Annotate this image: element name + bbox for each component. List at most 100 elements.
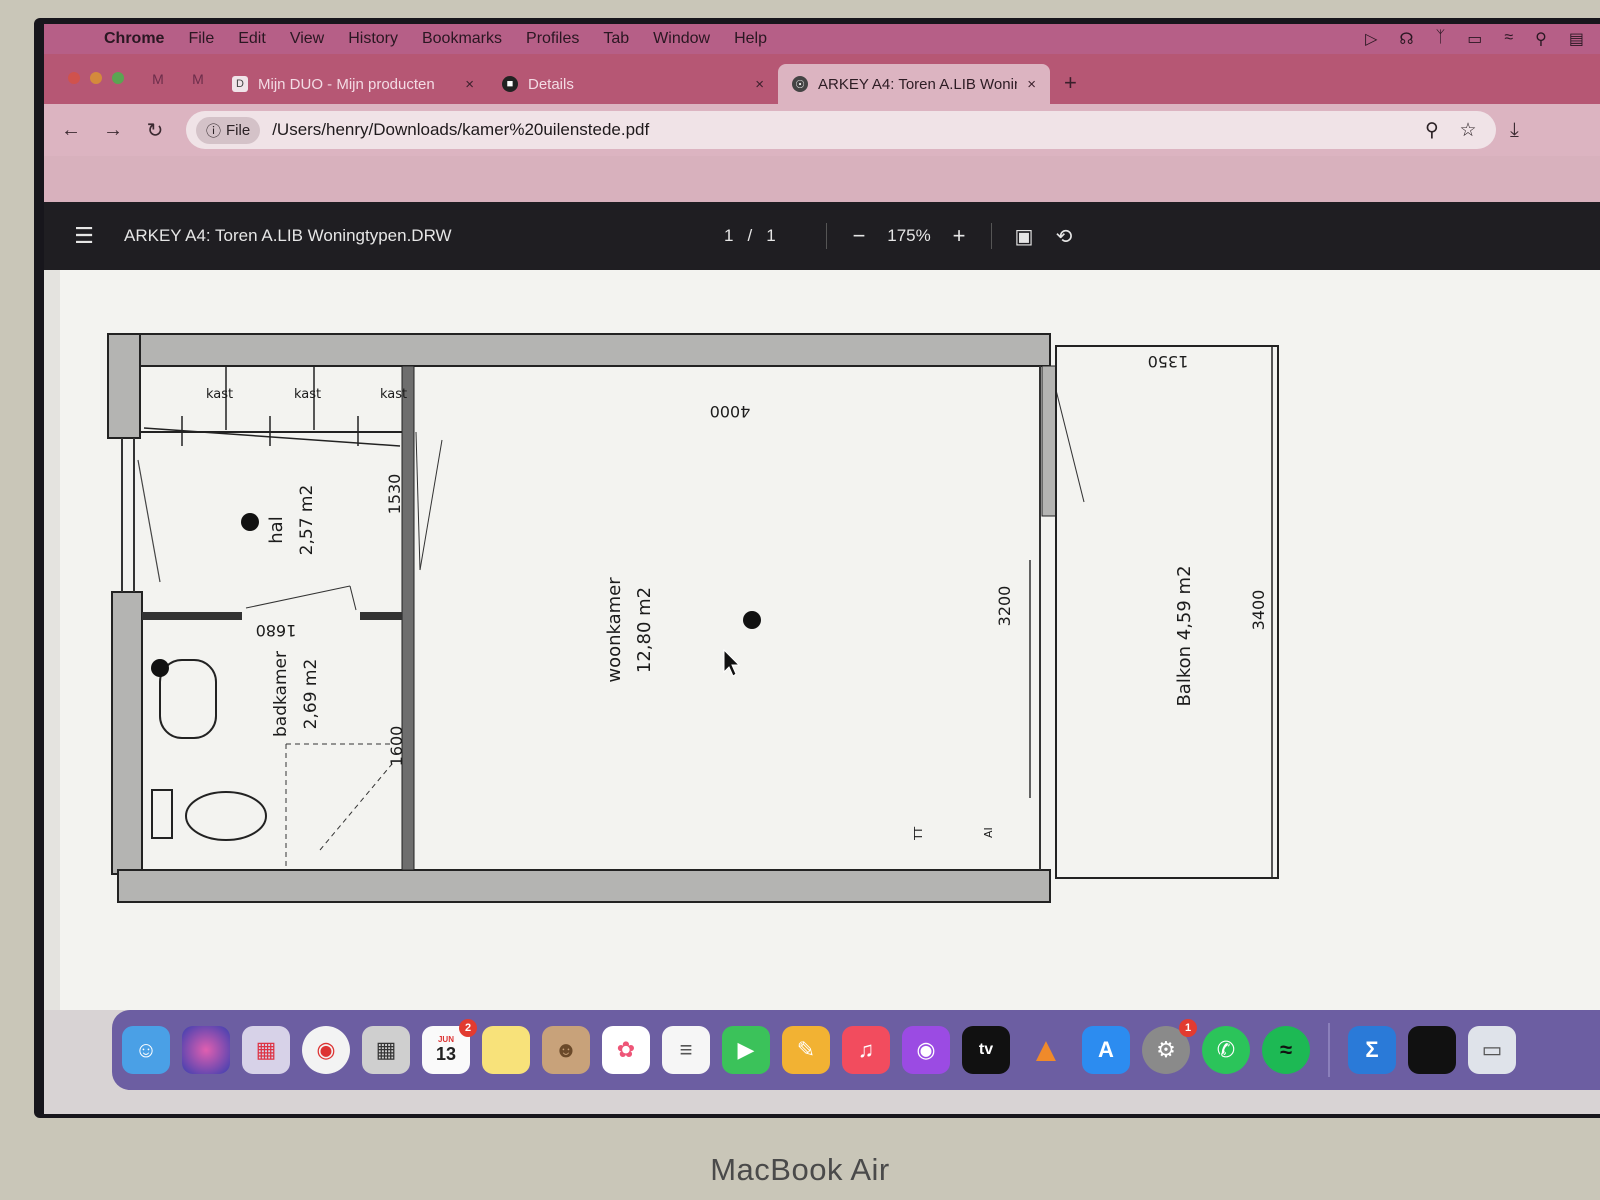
hal-label: hal: [266, 516, 287, 543]
dock-siri-icon[interactable]: [182, 1026, 230, 1074]
dock-apple-tv-icon[interactable]: tv: [962, 1026, 1010, 1074]
bookmark-star-icon[interactable]: ☆: [1450, 119, 1486, 142]
menu-app-name[interactable]: Chrome: [92, 30, 176, 48]
left-wall-lower: [111, 591, 143, 875]
menu-profiles[interactable]: Profiles: [514, 30, 591, 48]
bottom-wall: [117, 869, 1051, 903]
pinned-tab-gmail-icon[interactable]: M: [138, 64, 178, 94]
tab-strip: M M D Mijn DUO - Mijn producten × ■ Deta…: [44, 54, 1600, 104]
dock-calendar-icon[interactable]: JUN 13 2: [422, 1019, 477, 1074]
settings-badge: 1: [1179, 1019, 1197, 1037]
pdf-canvas[interactable]: kast kast kast hal 2,57 m2 1530 1680 bad…: [44, 270, 1600, 1010]
dim-1680: 1680: [256, 621, 297, 640]
menu-bookmarks[interactable]: Bookmarks: [410, 30, 514, 48]
top-wall: [107, 333, 1051, 367]
close-window-button[interactable]: [68, 72, 80, 84]
menu-file[interactable]: File: [176, 30, 226, 48]
address-bar[interactable]: ⓘ File /Users/henry/Downloads/kamer%20ui…: [186, 111, 1496, 149]
bluetooth-icon[interactable]: ᛉ: [1436, 29, 1446, 49]
dock-pages-icon[interactable]: ✎: [782, 1026, 830, 1074]
menu-tab[interactable]: Tab: [591, 30, 641, 48]
current-page-input[interactable]: 1: [724, 226, 733, 246]
menu-bar: Chrome File Edit View History Bookmarks …: [44, 24, 1600, 54]
browser-toolbar: ← → ↻ ⓘ File /Users/henry/Downloads/kame…: [44, 104, 1600, 156]
tab-details[interactable]: ■ Details ×: [488, 64, 778, 104]
dock-app-store-icon[interactable]: A: [1082, 1026, 1130, 1074]
dock-podcasts-icon[interactable]: ◉: [902, 1026, 950, 1074]
dock-photos-icon[interactable]: ✿: [602, 1026, 650, 1074]
dim-1600: 1600: [387, 726, 406, 767]
balkon-label: Balkon 4,59 m2: [1174, 565, 1195, 706]
download-icon[interactable]: ⤓: [1510, 119, 1519, 142]
fit-page-icon[interactable]: ▣: [1004, 224, 1044, 249]
close-tab-icon[interactable]: ×: [755, 76, 764, 93]
pinned-tab-gmail-icon-2[interactable]: M: [178, 64, 218, 94]
zoom-out-button[interactable]: −: [839, 223, 879, 249]
light-fixture-icon: [743, 611, 761, 629]
hamburger-menu-icon[interactable]: ☰: [44, 223, 124, 249]
reload-icon[interactable]: ↻: [134, 118, 176, 143]
menu-window[interactable]: Window: [641, 30, 722, 48]
zoom-window-button[interactable]: [112, 72, 124, 84]
left-wall-upper: [107, 333, 141, 439]
zoom-in-button[interactable]: +: [939, 223, 979, 249]
info-icon: ⓘ: [206, 122, 222, 140]
battery-icon[interactable]: ▭: [1467, 29, 1482, 49]
dock-chrome-icon[interactable]: ◉: [302, 1026, 350, 1074]
duo-favicon-icon: D: [232, 76, 248, 92]
menu-edit[interactable]: Edit: [226, 30, 278, 48]
dock-reminders-icon[interactable]: ≡: [662, 1026, 710, 1074]
menu-history[interactable]: History: [336, 30, 410, 48]
light-fixture-icon: [241, 513, 259, 531]
outlet-tt-label: TT: [912, 826, 925, 841]
woonkamer-area: 12,80 m2: [634, 587, 655, 673]
dock-music-icon[interactable]: ♫: [842, 1026, 890, 1074]
badkamer-label: badkamer: [271, 651, 291, 737]
dock-system-settings-icon[interactable]: ⚙ 1: [1142, 1019, 1197, 1074]
url-text[interactable]: /Users/henry/Downloads/kamer%20uilensted…: [272, 120, 1414, 140]
headphones-icon[interactable]: ☊: [1399, 29, 1413, 49]
dock-notes-icon[interactable]: [482, 1026, 530, 1074]
dock-facetime-icon[interactable]: ▶: [722, 1026, 770, 1074]
dock-calculator-icon[interactable]: ▦: [362, 1026, 410, 1074]
zoom-level[interactable]: 175%: [879, 226, 939, 246]
play-icon[interactable]: ▷: [1365, 29, 1377, 49]
dock-terminal-icon[interactable]: [1408, 1026, 1456, 1074]
page-indicator: 1 / 1: [724, 226, 814, 246]
details-favicon-icon: ■: [502, 76, 518, 92]
dock-whatsapp-icon[interactable]: ✆: [1202, 1026, 1250, 1074]
dock-contacts-icon[interactable]: ☻: [542, 1026, 590, 1074]
spotlight-search-icon[interactable]: ⚲: [1535, 29, 1547, 49]
light-fixture-icon: [151, 659, 169, 677]
tab-duo[interactable]: D Mijn DUO - Mijn producten ×: [218, 64, 488, 104]
control-center-icon[interactable]: ▤: [1569, 29, 1584, 49]
dock-launchpad-icon[interactable]: ▦: [242, 1026, 290, 1074]
minimize-window-button[interactable]: [90, 72, 102, 84]
dock-preview-icon[interactable]: ▭: [1468, 1026, 1516, 1074]
forward-arrow-icon[interactable]: →: [92, 119, 134, 142]
outlet-ai-label: AI: [982, 827, 995, 838]
dock-spotify-icon[interactable]: ≈: [1262, 1026, 1310, 1074]
dock-vlc-icon[interactable]: ▲: [1022, 1026, 1070, 1074]
interior-wall: [401, 365, 415, 871]
menu-help[interactable]: Help: [722, 30, 779, 48]
menu-view[interactable]: View: [278, 30, 336, 48]
back-arrow-icon[interactable]: ←: [50, 119, 92, 142]
tab-arkey-pdf[interactable]: ☉ ARKEY A4: Toren A.LIB Wonin ×: [778, 64, 1050, 104]
dim-4000: 4000: [710, 402, 751, 421]
bookmarks-bar: [44, 156, 1600, 202]
rotate-icon[interactable]: ⟲: [1044, 224, 1084, 249]
kast-label-3: kast: [380, 387, 407, 402]
pdf-viewer-toolbar: ☰ ARKEY A4: Toren A.LIB Woningtypen.DRW …: [44, 202, 1600, 270]
dock-finder-icon[interactable]: ☺: [122, 1026, 170, 1074]
new-tab-button[interactable]: +: [1050, 70, 1091, 104]
globe-favicon-icon: ☉: [792, 76, 808, 92]
screen: Chrome File Edit View History Bookmarks …: [44, 24, 1600, 1114]
wifi-icon[interactable]: ≈: [1504, 29, 1513, 49]
total-pages: 1: [766, 226, 776, 245]
zoom-magnifier-icon[interactable]: ⚲: [1414, 119, 1450, 142]
close-tab-icon[interactable]: ×: [1027, 76, 1036, 93]
dock-sigma-app-icon[interactable]: Σ: [1348, 1026, 1396, 1074]
close-tab-icon[interactable]: ×: [465, 76, 474, 93]
site-info-chip[interactable]: ⓘ File: [196, 116, 261, 144]
